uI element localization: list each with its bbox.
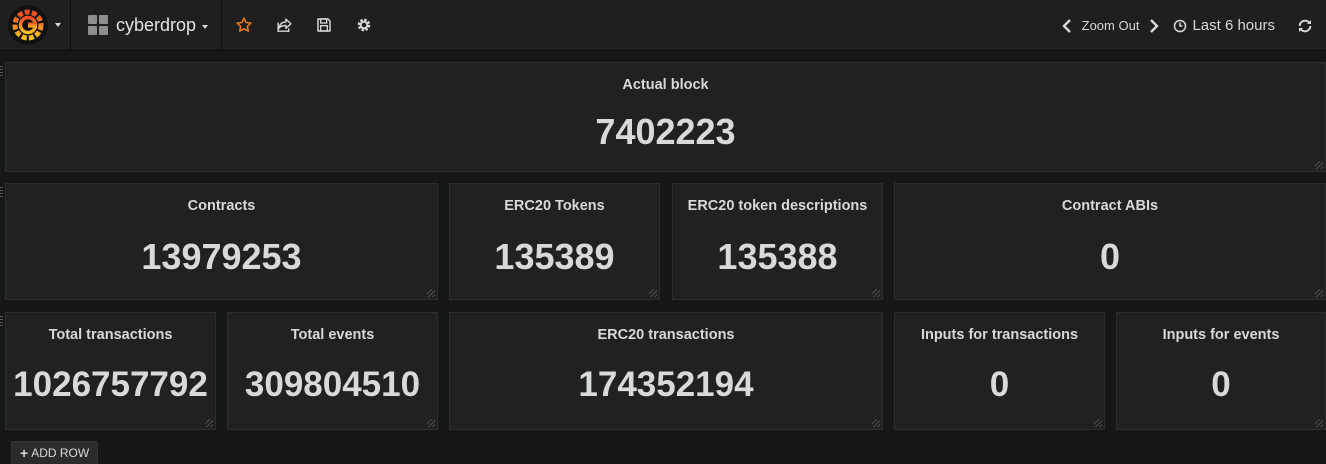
- dashboard-picker[interactable]: cyberdrop: [71, 0, 223, 51]
- panel-erc20-tokens[interactable]: ERC20 Tokens 135389: [449, 183, 660, 300]
- row-drag-handle[interactable]: [0, 316, 3, 328]
- panel-inputs-for-events[interactable]: Inputs for events 0: [1116, 312, 1326, 430]
- grafana-menu-button[interactable]: [0, 0, 71, 51]
- share-icon: [276, 17, 292, 32]
- panel-contracts[interactable]: Contracts 13979253: [5, 183, 438, 300]
- panel-value: 309804510: [244, 365, 421, 404]
- panel-title[interactable]: Contracts: [6, 198, 437, 214]
- dashboard-title: cyberdrop: [116, 14, 197, 35]
- time-controls: Zoom Out Last 6 hours: [1061, 0, 1326, 51]
- panel-total-transactions[interactable]: Total transactions 1026757792: [5, 312, 216, 430]
- panel-title[interactable]: ERC20 Tokens: [450, 198, 659, 214]
- panel-value: 7402223: [595, 111, 736, 152]
- dashboard-grid-icon: [88, 15, 108, 35]
- zoom-out-button[interactable]: Zoom Out: [1082, 18, 1140, 33]
- panel-erc20-transactions[interactable]: ERC20 transactions 174352194: [449, 312, 883, 430]
- clock-icon: [1174, 19, 1187, 32]
- panel-title[interactable]: Inputs for events: [1117, 327, 1325, 343]
- zoom-group: Zoom Out: [1061, 18, 1160, 33]
- resize-handle-icon[interactable]: [1315, 289, 1323, 297]
- grafana-logo-icon: [8, 5, 48, 45]
- panel-value: 135389: [494, 236, 615, 277]
- panel-title[interactable]: ERC20 token descriptions: [673, 198, 882, 214]
- save-icon: [317, 18, 331, 32]
- share-button[interactable]: [264, 0, 304, 51]
- add-row-button[interactable]: + ADD ROW: [11, 441, 99, 464]
- resize-handle-icon[interactable]: [872, 419, 880, 427]
- panel-actual-block[interactable]: Actual block 7402223: [5, 62, 1326, 172]
- top-navbar: cyberdrop Zoom Out Last 6 hours: [0, 0, 1326, 51]
- panel-erc20-token-descriptions[interactable]: ERC20 token descriptions 135388: [672, 183, 883, 300]
- panel-inputs-for-transactions[interactable]: Inputs for transactions 0: [894, 312, 1105, 430]
- panel-value: 13979253: [141, 236, 302, 277]
- panel-contract-abis[interactable]: Contract ABIs 0: [894, 183, 1326, 300]
- resize-handle-icon[interactable]: [205, 419, 213, 427]
- panel-title[interactable]: Contract ABIs: [895, 198, 1325, 214]
- panel-value: 0: [1211, 365, 1231, 404]
- chevron-right-icon[interactable]: [1149, 18, 1160, 33]
- panel-total-events[interactable]: Total events 309804510: [227, 312, 438, 430]
- panel-value: 135388: [717, 236, 838, 277]
- refresh-icon: [1298, 19, 1312, 32]
- panel-title[interactable]: Total transactions: [6, 327, 215, 343]
- row-drag-handle[interactable]: [0, 187, 3, 199]
- resize-handle-icon[interactable]: [872, 289, 880, 297]
- time-range-picker[interactable]: Last 6 hours: [1173, 17, 1275, 34]
- star-icon: [236, 17, 252, 32]
- panel-value: 0: [989, 365, 1010, 404]
- time-range-label: Last 6 hours: [1192, 17, 1275, 34]
- resize-handle-icon[interactable]: [1094, 419, 1102, 427]
- panel-title[interactable]: Inputs for transactions: [895, 327, 1104, 343]
- chevron-left-icon[interactable]: [1061, 18, 1072, 33]
- panel-value: 1026757792: [13, 365, 208, 404]
- resize-handle-icon[interactable]: [1315, 161, 1323, 169]
- plus-icon: +: [20, 445, 29, 461]
- row-drag-handle[interactable]: [0, 66, 3, 78]
- refresh-button[interactable]: [1297, 18, 1313, 34]
- resize-handle-icon[interactable]: [1315, 419, 1323, 427]
- star-button[interactable]: [224, 0, 264, 51]
- settings-button[interactable]: [344, 0, 384, 51]
- resize-handle-icon[interactable]: [427, 289, 435, 297]
- chevron-down-icon: [55, 23, 61, 27]
- add-row-label: ADD ROW: [31, 446, 90, 460]
- panel-value: 0: [1099, 236, 1121, 277]
- resize-handle-icon[interactable]: [649, 289, 657, 297]
- panel-title[interactable]: ERC20 transactions: [450, 327, 882, 343]
- panel-value: 174352194: [578, 365, 754, 404]
- chevron-down-icon: [202, 24, 209, 29]
- gear-icon: [357, 18, 371, 32]
- panel-title[interactable]: Total events: [228, 327, 437, 343]
- resize-handle-icon[interactable]: [427, 419, 435, 427]
- save-button[interactable]: [304, 0, 344, 51]
- panel-title[interactable]: Actual block: [6, 77, 1325, 93]
